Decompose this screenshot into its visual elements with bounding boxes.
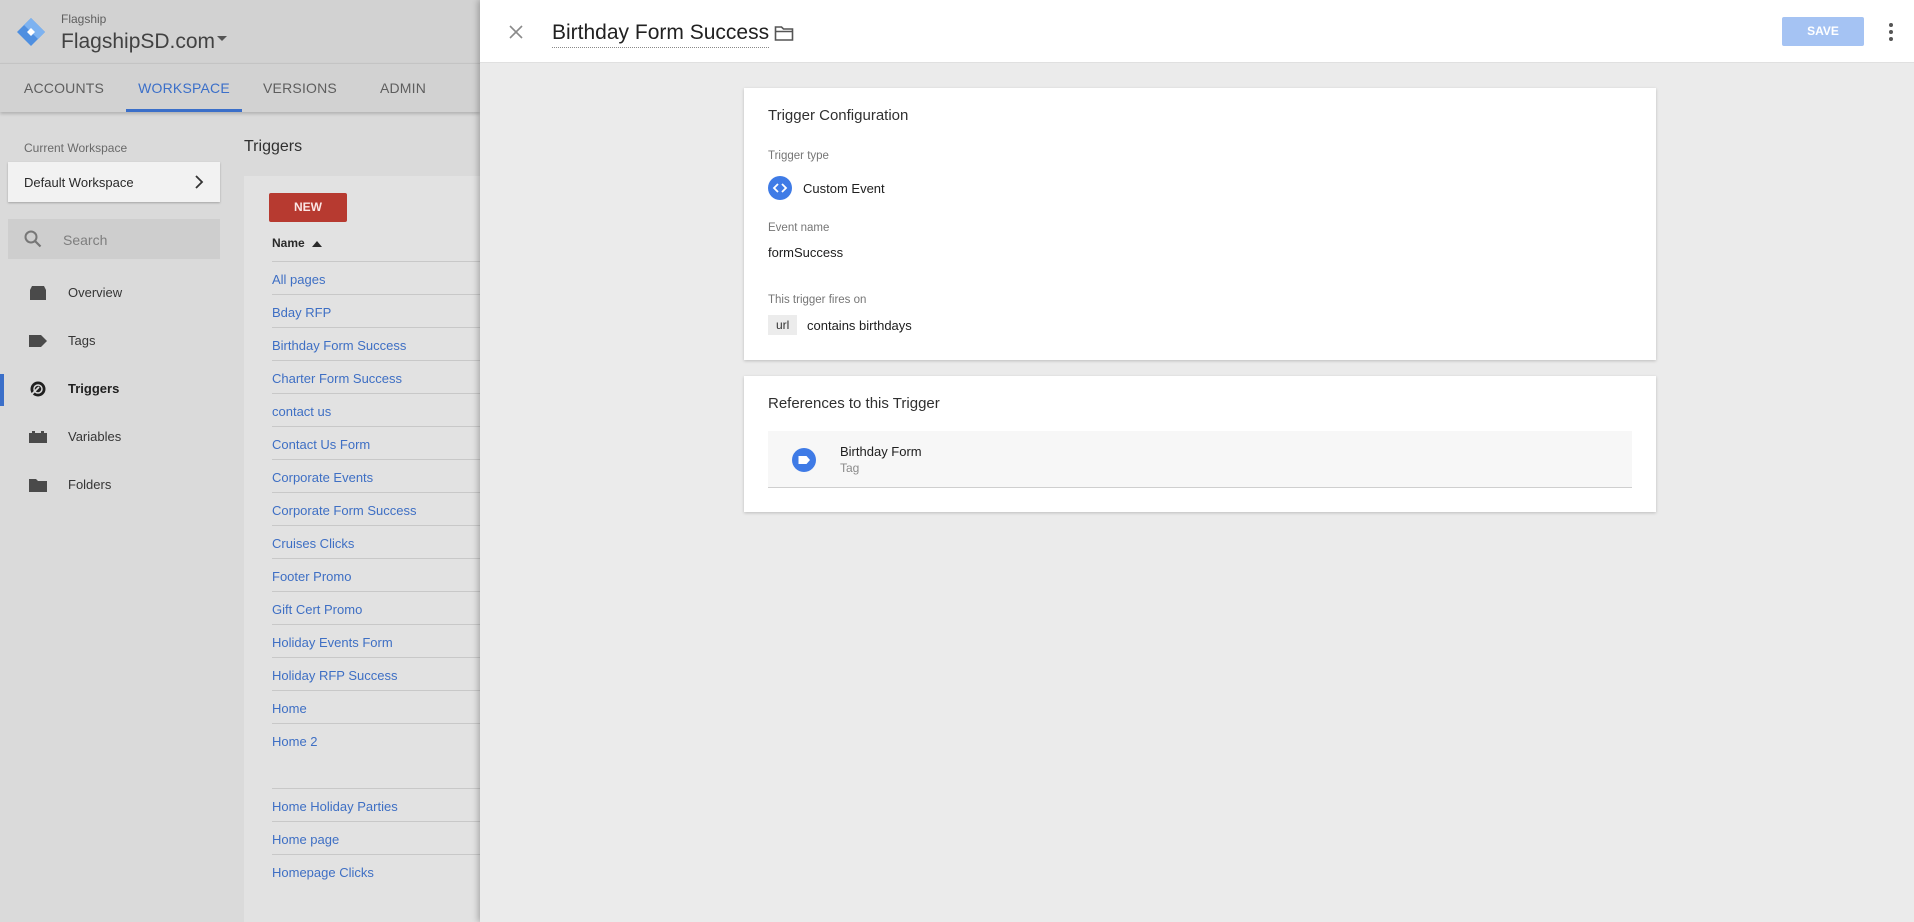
references-card: References to this Trigger Birthday Form…	[744, 376, 1656, 512]
search-field[interactable]: Search	[8, 219, 220, 259]
trigger-link[interactable]: Corporate Events	[272, 470, 373, 485]
trigger-link[interactable]: Home	[272, 701, 307, 716]
trigger-name-title[interactable]: Birthday Form Success	[552, 21, 770, 48]
trigger-link[interactable]: All pages	[272, 272, 325, 287]
tab-versions[interactable]: VERSIONS	[254, 64, 346, 112]
save-button[interactable]: SAVE	[1782, 17, 1864, 46]
triggers-table-card: NEW Name All pages Bday RFP Birthday For…	[244, 176, 480, 922]
trigger-link[interactable]: Contact Us Form	[272, 437, 370, 452]
more-options-icon[interactable]	[1888, 22, 1894, 42]
reference-type: Tag	[840, 461, 860, 475]
table-row[interactable]: Cruises Clicks	[272, 525, 480, 558]
table-row[interactable]: Home page	[272, 821, 480, 854]
trigger-link[interactable]: Footer Promo	[272, 569, 351, 584]
variables-icon	[29, 431, 47, 443]
table-row[interactable]: Bday RFP	[272, 294, 480, 327]
sidebar-item-label: Folders	[68, 477, 112, 492]
trigger-link[interactable]: Holiday RFP Success	[272, 668, 397, 683]
trigger-link[interactable]: Home 2	[272, 734, 318, 749]
sidebar-item-triggers[interactable]: Triggers	[0, 369, 240, 409]
folder-icon[interactable]	[774, 24, 794, 42]
workspace-selector[interactable]: Default Workspace	[8, 162, 220, 202]
panel-header: Birthday Form Success SAVE	[480, 0, 1914, 63]
trigger-type-label: Trigger type	[768, 150, 829, 162]
trigger-link[interactable]: Holiday Events Form	[272, 635, 393, 650]
trigger-link[interactable]: Bday RFP	[272, 305, 331, 320]
container-dropdown-caret-icon[interactable]	[217, 36, 227, 41]
account-parent-label: Flagship	[61, 12, 107, 26]
tab-accounts[interactable]: ACCOUNTS	[16, 64, 112, 112]
fires-on-label: This trigger fires on	[768, 294, 867, 306]
trigger-link[interactable]: Charter Form Success	[272, 371, 402, 386]
overview-icon	[30, 286, 46, 300]
tab-workspace[interactable]: WORKSPACE	[126, 64, 242, 112]
search-icon	[24, 230, 42, 248]
table-row[interactable]: Home 2	[272, 723, 480, 756]
trigger-link[interactable]: Corporate Form Success	[272, 503, 417, 518]
trigger-type-value: Custom Event	[803, 181, 885, 196]
trigger-link[interactable]: contact us	[272, 404, 331, 419]
trigger-link[interactable]: Home Holiday Parties	[272, 799, 398, 814]
sort-ascending-icon[interactable]	[312, 241, 322, 247]
gtm-logo-icon	[17, 18, 45, 46]
workspace-name: Default Workspace	[24, 175, 134, 190]
table-row[interactable]: Corporate Form Success	[272, 492, 480, 525]
folder-icon	[29, 479, 47, 492]
table-row[interactable]: contact us	[272, 393, 480, 426]
background-app: Flagship FlagshipSD.com ACCOUNTS WORKSPA…	[0, 0, 480, 922]
custom-event-icon	[768, 176, 792, 200]
tab-admin[interactable]: ADMIN	[362, 64, 444, 112]
trigger-link[interactable]: Homepage Clicks	[272, 865, 374, 880]
card-title: Trigger Configuration	[768, 107, 909, 124]
main-nav: ACCOUNTS WORKSPACE VERSIONS ADMIN	[0, 63, 480, 112]
table-row[interactable]: Contact Us Form	[272, 426, 480, 459]
sidebar-item-label: Triggers	[68, 381, 120, 396]
table-row[interactable]: Holiday Events Form	[272, 624, 480, 657]
table-row[interactable]: Corporate Events	[272, 459, 480, 492]
event-name-label: Event name	[768, 222, 830, 234]
table-row[interactable]: Footer Promo	[272, 558, 480, 591]
top-bar: Flagship FlagshipSD.com	[0, 0, 480, 63]
new-trigger-button[interactable]: NEW	[269, 193, 347, 222]
table-row[interactable]: Gift Cert Promo	[272, 591, 480, 624]
sidebar-item-label: Overview	[68, 285, 123, 300]
condition-variable-chip: url	[768, 315, 798, 335]
page-title: Triggers	[244, 138, 303, 155]
table-row[interactable]: Home Holiday Parties	[272, 788, 480, 821]
reference-name: Birthday Form	[840, 444, 922, 459]
tag-icon	[792, 448, 816, 472]
search-placeholder: Search	[63, 232, 108, 248]
table-row[interactable]: Charter Form Success	[272, 360, 480, 393]
trigger-link[interactable]: Cruises Clicks	[272, 536, 354, 551]
sidebar-item-folders[interactable]: Folders	[0, 465, 240, 505]
event-name-value: formSuccess	[768, 245, 844, 260]
card-title: References to this Trigger	[768, 395, 940, 412]
column-header-name[interactable]: Name	[272, 236, 305, 250]
container-name[interactable]: FlagshipSD.com	[61, 30, 215, 54]
trigger-link[interactable]: Birthday Form Success	[272, 338, 406, 353]
sidebar-item-label: Tags	[68, 333, 96, 348]
table-row[interactable]: Home	[272, 690, 480, 723]
chevron-right-icon	[195, 175, 204, 189]
table-row[interactable]: All pages	[272, 261, 480, 294]
table-row[interactable]: Birthday Form Success	[272, 327, 480, 360]
reference-item[interactable]: Birthday Form Tag	[768, 431, 1632, 488]
sidebar-item-label: Variables	[68, 429, 122, 444]
table-row[interactable]: Homepage Clicks	[272, 854, 480, 887]
sidebar-item-overview[interactable]: Overview	[0, 273, 240, 313]
sidebar-item-tags[interactable]: Tags	[0, 321, 240, 361]
trigger-configuration-card[interactable]: Trigger Configuration Trigger type Custo…	[744, 88, 1656, 360]
trigger-editor-panel: Birthday Form Success SAVE Trigger Confi…	[480, 0, 1914, 922]
condition-text: contains birthdays	[807, 318, 912, 333]
trigger-icon	[30, 381, 46, 397]
table-row[interactable]: Holiday RFP Success	[272, 657, 480, 690]
trigger-link[interactable]: Home page	[272, 832, 339, 847]
current-workspace-label: Current Workspace	[24, 141, 128, 155]
sidebar-item-variables[interactable]: Variables	[0, 417, 240, 457]
close-icon[interactable]	[508, 24, 524, 40]
tag-icon	[29, 335, 47, 347]
trigger-link[interactable]: Gift Cert Promo	[272, 602, 362, 617]
